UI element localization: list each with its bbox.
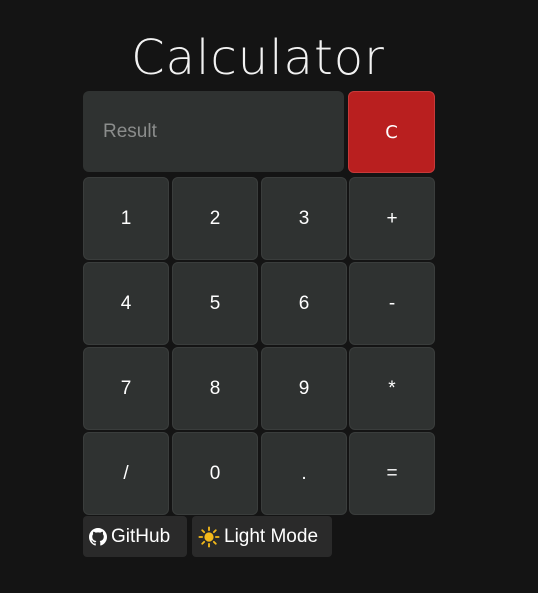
- github-label: GitHub: [111, 525, 171, 547]
- theme-toggle-button[interactable]: Light Mode: [192, 516, 332, 557]
- key-plus[interactable]: +: [349, 177, 435, 260]
- sun-icon: [198, 525, 220, 548]
- key-4[interactable]: 4: [83, 262, 169, 345]
- key-6[interactable]: 6: [261, 262, 347, 345]
- key-2[interactable]: 2: [172, 177, 258, 260]
- github-icon: [89, 527, 107, 546]
- github-button[interactable]: GitHub: [83, 516, 187, 557]
- key-3[interactable]: 3: [261, 177, 347, 260]
- key-divide[interactable]: /: [83, 432, 169, 515]
- key-decimal[interactable]: .: [261, 432, 347, 515]
- key-minus[interactable]: -: [349, 262, 435, 345]
- result-display[interactable]: [83, 91, 344, 172]
- page-title: Calculator: [131, 30, 385, 86]
- key-equals[interactable]: =: [349, 432, 435, 515]
- key-9[interactable]: 9: [261, 347, 347, 430]
- key-8[interactable]: 8: [172, 347, 258, 430]
- key-0[interactable]: 0: [172, 432, 258, 515]
- key-1[interactable]: 1: [83, 177, 169, 260]
- clear-button[interactable]: C: [348, 91, 435, 173]
- key-multiply[interactable]: *: [349, 347, 435, 430]
- key-7[interactable]: 7: [83, 347, 169, 430]
- key-5[interactable]: 5: [172, 262, 258, 345]
- theme-label: Light Mode: [224, 525, 319, 547]
